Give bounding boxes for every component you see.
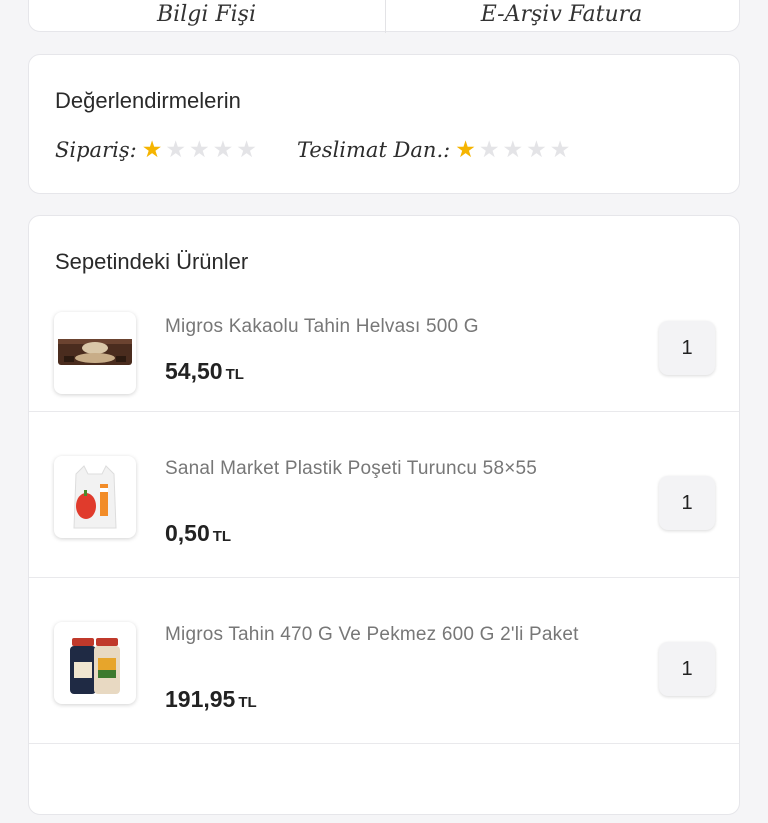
price-value: 0,50	[165, 520, 210, 546]
basket-item[interactable]	[29, 743, 739, 823]
star-empty-icon[interactable]: ★	[165, 138, 186, 162]
star-empty-icon[interactable]: ★	[189, 138, 210, 162]
product-image	[54, 456, 136, 538]
basket-items-card: Sepetindeki Ürünler Migros Kakaolu Tahin…	[28, 215, 740, 815]
star-empty-icon[interactable]: ★	[526, 138, 547, 162]
info-receipt-button[interactable]: Bilgi Fişi	[29, 0, 384, 31]
order-rating-stars[interactable]: ★ ★ ★ ★ ★	[142, 138, 260, 162]
price-value: 54,50	[165, 358, 223, 384]
basket-item[interactable]: Sanal Market Plastik Poşeti Turuncu 58×5…	[29, 411, 739, 578]
delivery-rating-stars[interactable]: ★ ★ ★ ★ ★	[455, 138, 573, 162]
order-rating: Sipariş: ★ ★ ★ ★ ★	[55, 138, 260, 162]
quantity-box[interactable]: 1	[659, 321, 715, 375]
product-name: Sanal Market Plastik Poşeti Turuncu 58×5…	[165, 458, 538, 479]
star-empty-icon[interactable]: ★	[236, 138, 257, 162]
basket-title: Sepetindeki Ürünler	[55, 249, 249, 274]
price-currency: TL	[238, 694, 257, 711]
star-empty-icon[interactable]: ★	[502, 138, 523, 162]
delivery-rating: Teslimat Dan.: ★ ★ ★ ★ ★	[297, 138, 573, 162]
quantity-box[interactable]: 1	[659, 642, 715, 696]
basket-item[interactable]: Migros Kakaolu Tahin Helvası 500 G 54,50…	[29, 294, 739, 412]
product-name: Migros Tahin 470 G Ve Pekmez 600 G 2'li …	[165, 624, 579, 645]
product-price: 54,50 TL	[165, 358, 244, 385]
delivery-rating-label: Teslimat Dan.:	[297, 138, 451, 162]
product-image	[54, 312, 136, 394]
ratings-title: Değerlendirmelerin	[55, 88, 241, 113]
star-filled-icon[interactable]: ★	[142, 138, 163, 162]
order-rating-label: Sipariş:	[55, 138, 137, 162]
info-receipt-label: Bilgi Fişi	[157, 1, 256, 27]
basket-item[interactable]: Migros Tahin 470 G Ve Pekmez 600 G 2'li …	[29, 577, 739, 744]
product-name: Migros Kakaolu Tahin Helvası 500 G	[165, 316, 479, 337]
star-filled-icon[interactable]: ★	[455, 138, 476, 162]
star-empty-icon[interactable]: ★	[213, 138, 234, 162]
product-price: 191,95 TL	[165, 686, 257, 713]
price-currency: TL	[212, 528, 232, 545]
quantity-box[interactable]: 1	[659, 476, 715, 530]
star-empty-icon[interactable]: ★	[479, 138, 500, 162]
star-empty-icon[interactable]: ★	[550, 138, 571, 162]
e-archive-invoice-button[interactable]: E-Arşiv Fatura	[384, 0, 739, 31]
ratings-card: Değerlendirmelerin Sipariş: ★ ★ ★ ★ ★ Teslim…	[28, 54, 740, 194]
receipt-options-card: Bilgi Fişi E-Arşiv Fatura	[28, 0, 740, 33]
e-archive-invoice-label: E-Arşiv Fatura	[480, 1, 643, 27]
product-image	[54, 622, 136, 704]
price-currency: TL	[225, 366, 244, 383]
product-price: 0,50 TL	[165, 520, 231, 547]
price-value: 191,95	[165, 686, 236, 712]
